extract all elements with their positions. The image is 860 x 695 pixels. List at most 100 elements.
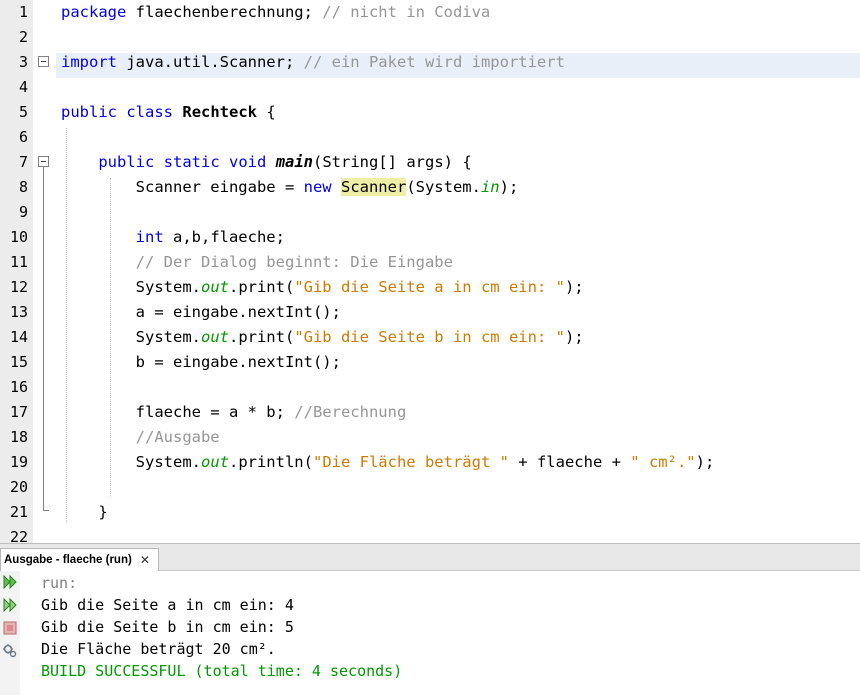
code-token: "Die Fläche beträgt " [312,453,509,471]
code-token: (System. [406,178,481,196]
code-line[interactable]: int a,b,flaeche; [61,228,285,246]
rerun-with-options-icon[interactable] [2,597,18,613]
code-editor[interactable]: 1 2 3 4 5 6 7 8 9 10 11 12 13 14 15 16 17 18 19 20 21 22 packa… [0,0,860,543]
code-token: package [61,3,127,21]
fold-collapse-icon[interactable] [38,56,49,67]
code-token: class [126,103,174,121]
output-toolbar [0,571,20,695]
code-line[interactable]: System.out.println("Die Fläche beträgt "… [61,453,715,471]
line-number: 22 [9,528,28,543]
fold-end-marker [43,510,49,511]
code-token: main [275,153,314,171]
code-token: } [61,503,108,521]
line-number: 16 [9,378,28,396]
code-token: out [200,278,229,296]
line-number: 20 [9,478,28,496]
code-line[interactable]: // Der Dialog beginnt: Die Eingabe [61,253,453,271]
code-token: flaechenberechnung; [126,3,323,21]
code-line[interactable]: public static void main(String[] args) { [61,153,472,171]
code-token: //Ausgabe [135,428,220,446]
code-line[interactable]: } [61,503,108,521]
stop-icon[interactable] [2,620,18,636]
line-number: 18 [9,428,28,446]
output-tab-bar: Ausgabe - flaeche (run) ✕ [0,544,860,571]
code-line[interactable]: System.out.print("Gib die Seite a in cm … [61,278,584,296]
code-token: java.util.Scanner; [117,53,304,71]
code-token: Scanner [340,178,407,196]
code-line[interactable]: //Ausgabe [61,428,220,446]
line-number: 19 [9,453,28,471]
code-token: ); [499,178,519,196]
line-number: 21 [9,503,28,521]
code-token: public [61,103,117,121]
output-line: Gib die Seite a in cm ein: 4 [41,596,294,614]
fold-margin [33,0,55,543]
line-number: 3 [18,53,28,71]
line-number: 7 [18,153,28,171]
output-line: run: [41,574,78,592]
code-line[interactable]: System.out.print("Gib die Seite b in cm … [61,328,584,346]
code-token: //Berechnung [294,403,407,421]
line-number: 9 [18,203,28,221]
code-token: .println( [228,453,313,471]
fold-collapse-icon[interactable] [38,156,49,167]
code-token: "Gib die Seite a in cm ein: " [294,278,565,296]
code-token: a,b,flaeche; [163,228,285,246]
code-token: new [303,178,332,196]
code-token: b = eingabe.nextInt(); [61,353,341,371]
output-tab-label: Ausgabe - flaeche (run) [4,554,132,566]
rerun-icon[interactable] [2,574,18,590]
code-token: void [229,153,267,171]
code-token: " cm²." [630,453,696,471]
code-token: // nicht in Codiva [322,3,491,21]
line-number: 1 [18,3,28,21]
line-number: 5 [18,103,28,121]
code-token: flaeche = a * b; [61,403,295,421]
code-token: (String[] args) { [313,153,472,171]
output-line: BUILD SUCCESSFUL (total time: 4 seconds) [41,662,403,680]
code-line[interactable]: flaeche = a * b; //Berechnung [61,403,407,421]
code-token: Rechteck [182,103,258,121]
code-token: a = eingabe.nextInt(); [61,303,341,321]
code-line[interactable]: Scanner eingabe = new Scanner(System.in)… [61,178,518,196]
code-token: Scanner eingabe = [61,178,304,196]
code-token: import [61,53,117,71]
line-number: 8 [18,178,28,196]
code-token: ); [564,328,584,346]
code-token: ); [564,278,584,296]
code-token: .print( [228,328,295,346]
code-line[interactable]: public class Rechteck { [61,103,276,121]
line-number: 10 [9,228,28,246]
output-tab[interactable]: Ausgabe - flaeche (run) ✕ [0,548,159,571]
code-token: int [135,228,164,246]
code-token: System. [61,453,201,471]
output-panel: Ausgabe - flaeche (run) ✕ run: Gib die Se… [0,543,860,695]
line-number: 12 [9,278,28,296]
settings-icon[interactable] [2,643,18,659]
line-number: 13 [9,303,28,321]
code-line[interactable]: a = eingabe.nextInt(); [61,303,341,321]
code-line[interactable]: package flaechenberechnung; // nicht in … [61,3,490,21]
code-token: + flaeche + [508,453,631,471]
code-token: { [257,103,276,121]
code-token: // ein Paket wird importiert [303,53,565,71]
code-line[interactable]: b = eingabe.nextInt(); [61,353,341,371]
code-token: public [98,153,155,171]
output-line: Gib die Seite b in cm ein: 5 [41,618,294,636]
close-icon[interactable]: ✕ [140,553,150,567]
code-token: // Der Dialog beginnt: Die Eingabe [135,253,453,271]
code-token: System. [61,278,201,296]
line-number: 4 [18,78,28,96]
code-token: ); [695,453,715,471]
code-line[interactable]: import java.util.Scanner; // ein Paket w… [61,53,565,71]
code-token: in [480,178,500,196]
